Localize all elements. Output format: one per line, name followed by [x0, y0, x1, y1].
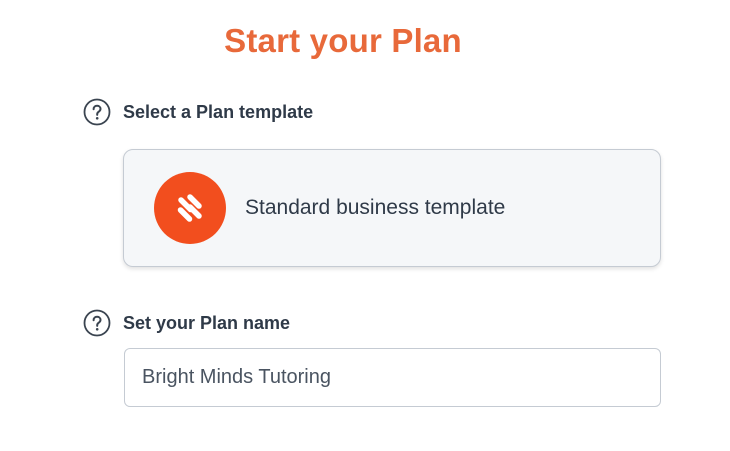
plan-name-label-text: Set your Plan name — [123, 312, 291, 333]
plan-name-section-label: Set your Plan name — [83, 309, 290, 337]
template-card-standard-business[interactable]: Standard business template — [123, 149, 661, 267]
plan-logo-icon — [154, 172, 226, 244]
page-title: Start your Plan — [224, 22, 462, 59]
question-circle-icon[interactable] — [83, 309, 111, 337]
template-name: Standard business template — [245, 196, 506, 219]
template-section-label: Select a Plan template — [83, 98, 313, 126]
question-circle-icon[interactable] — [83, 98, 111, 126]
template-label-text: Select a Plan template — [123, 101, 314, 122]
plan-name-input[interactable] — [124, 348, 661, 407]
